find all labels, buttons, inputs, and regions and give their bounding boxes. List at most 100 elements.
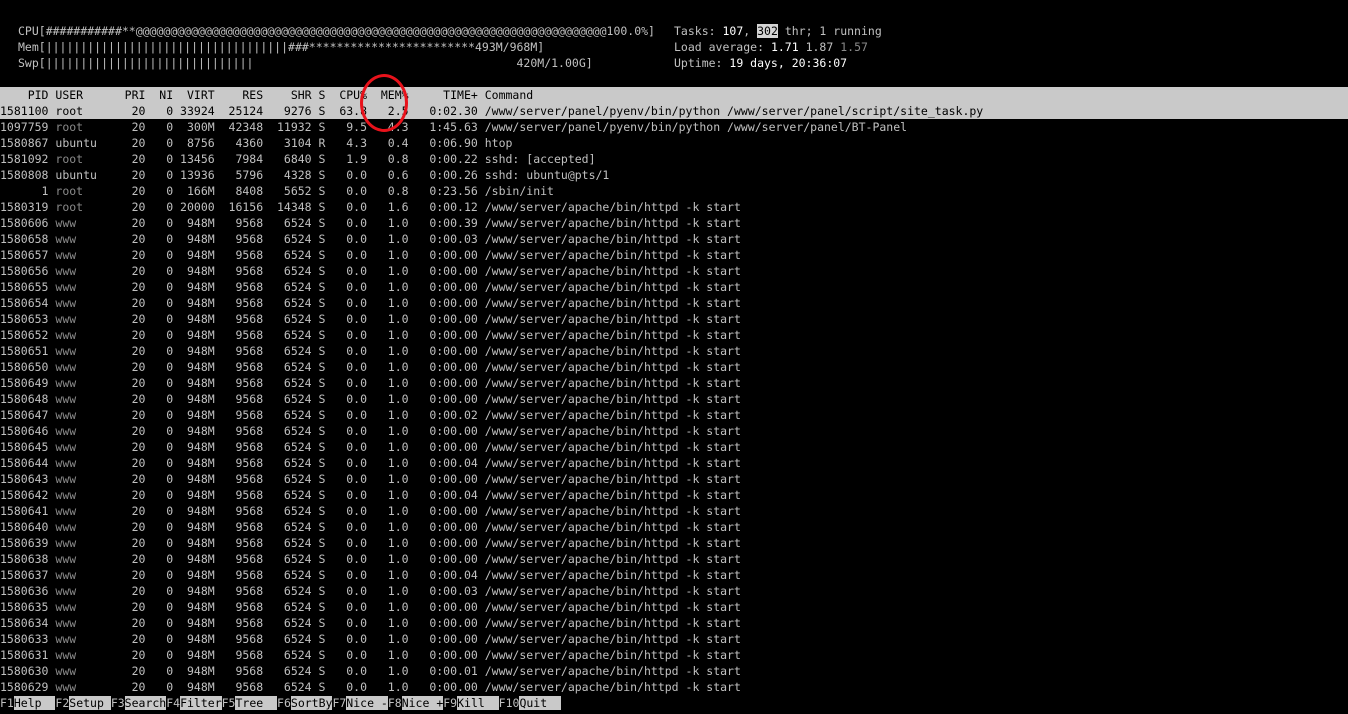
cell-cpu: 0.0 (325, 216, 368, 230)
cell-mem: 1.0 (367, 504, 409, 518)
table-row[interactable]: 1580647 www 20 0 948M 9568 6524 S 0.0 1.… (0, 407, 1348, 423)
table-row[interactable]: 1580646 www 20 0 948M 9568 6524 S 0.0 1.… (0, 423, 1348, 439)
table-row[interactable]: 1580658 www 20 0 948M 9568 6524 S 0.0 1.… (0, 231, 1348, 247)
table-row[interactable]: 1580642 www 20 0 948M 9568 6524 S 0.0 1.… (0, 487, 1348, 503)
table-row[interactable]: 1580657 www 20 0 948M 9568 6524 S 0.0 1.… (0, 247, 1348, 263)
fkey-f8-label[interactable]: Nice + (401, 696, 444, 710)
column-header-ni[interactable]: NI (145, 88, 173, 102)
cell-mem: 1.0 (367, 264, 409, 278)
table-row[interactable]: 1580637 www 20 0 948M 9568 6524 S 0.0 1.… (0, 567, 1348, 583)
table-row[interactable]: 1580643 www 20 0 948M 9568 6524 S 0.0 1.… (0, 471, 1348, 487)
column-header-pri[interactable]: PRI (118, 88, 146, 102)
table-row[interactable]: 1580808 ubuntu 20 0 13936 5796 4328 S 0.… (0, 167, 1348, 183)
cell-s: S (311, 440, 326, 454)
column-header-mem[interactable]: MEM% (367, 88, 409, 102)
cell-shr: 5652 (263, 184, 312, 198)
column-header-shr[interactable]: SHR (263, 88, 312, 102)
table-row[interactable]: 1580648 www 20 0 948M 9568 6524 S 0.0 1.… (0, 391, 1348, 407)
table-row[interactable]: 1580639 www 20 0 948M 9568 6524 S 0.0 1.… (0, 535, 1348, 551)
cell-s: S (311, 120, 326, 134)
table-row[interactable]: 1581092 root 20 0 13456 7984 6840 S 1.9 … (0, 151, 1348, 167)
table-row[interactable]: 1580635 www 20 0 948M 9568 6524 S 0.0 1.… (0, 599, 1348, 615)
table-row[interactable]: 1580640 www 20 0 948M 9568 6524 S 0.0 1.… (0, 519, 1348, 535)
table-row[interactable]: 1580319 root 20 0 20000 16156 14348 S 0.… (0, 199, 1348, 215)
column-header-virt[interactable]: VIRT (173, 88, 215, 102)
cell-cmd: /www/server/apache/bin/httpd -k start (477, 232, 741, 246)
cell-time: 0:00.00 (408, 312, 478, 326)
cell-ni: 0 (145, 312, 174, 326)
cell-user: www (48, 648, 118, 662)
column-header-user[interactable]: USER (48, 88, 117, 102)
fkey-f4-label[interactable]: Filter (180, 696, 222, 710)
column-header-cmd[interactable]: Command (478, 88, 533, 102)
cell-virt: 948M (173, 360, 215, 374)
table-row[interactable]: 1580645 www 20 0 948M 9568 6524 S 0.0 1.… (0, 439, 1348, 455)
cell-mem: 1.0 (367, 280, 409, 294)
table-row[interactable]: 1580631 www 20 0 948M 9568 6524 S 0.0 1.… (0, 647, 1348, 663)
cell-virt: 300M (173, 120, 215, 134)
table-row[interactable]: 1580652 www 20 0 948M 9568 6524 S 0.0 1.… (0, 327, 1348, 343)
table-row[interactable]: 1580655 www 20 0 948M 9568 6524 S 0.0 1.… (0, 279, 1348, 295)
table-row[interactable]: 1580634 www 20 0 948M 9568 6524 S 0.0 1.… (0, 615, 1348, 631)
cell-virt: 948M (173, 616, 215, 630)
cell-cmd: /www/server/apache/bin/httpd -k start (477, 280, 741, 294)
cell-s: S (311, 664, 326, 678)
fkey-f7-label[interactable]: Nice - (346, 696, 388, 710)
fkey-f1-label[interactable]: Help (13, 696, 56, 710)
cell-s: S (311, 232, 326, 246)
cell-mem: 0.8 (367, 184, 409, 198)
fkey-f6-label[interactable]: SortBy (290, 696, 333, 710)
table-row[interactable]: 1580638 www 20 0 948M 9568 6524 S 0.0 1.… (0, 551, 1348, 567)
table-row-selected[interactable]: 1581100 root 20 0 33924 25124 9276 S 63.… (0, 103, 1348, 119)
table-row[interactable]: 1097759 root 20 0 300M 42348 11932 S 9.5… (0, 119, 1348, 135)
uptime-label: Uptime: (674, 56, 730, 70)
process-table-header[interactable]: PID USER PRI NI VIRT RES SHR S CPU% MEM%… (0, 87, 1348, 103)
table-row[interactable]: 1580629 www 20 0 948M 9568 6524 S 0.0 1.… (0, 679, 1348, 695)
cell-time: 0:00.00 (408, 504, 478, 518)
fkey-f2-label[interactable]: Setup (69, 696, 111, 710)
cell-s: S (311, 472, 326, 486)
cell-cpu: 0.0 (325, 664, 368, 678)
table-row[interactable]: 1580650 www 20 0 948M 9568 6524 S 0.0 1.… (0, 359, 1348, 375)
column-header-time[interactable]: TIME+ (409, 88, 478, 102)
mem-meter: Mem[|||||||||||||||||||||||||||||||||||#… (18, 39, 544, 55)
table-row[interactable]: 1580649 www 20 0 948M 9568 6524 S 0.0 1.… (0, 375, 1348, 391)
fkey-f9-label[interactable]: Kill (457, 696, 499, 710)
cell-cpu: 0.0 (325, 376, 368, 390)
table-row[interactable]: 1580867 ubuntu 20 0 8756 4360 3104 R 4.3… (0, 135, 1348, 151)
cell-time: 0:02.30 (408, 104, 478, 118)
column-header-pid[interactable]: PID (0, 88, 49, 102)
cell-pri: 20 (117, 424, 146, 438)
fkey-f10: F10 (498, 696, 520, 710)
table-row[interactable]: 1580651 www 20 0 948M 9568 6524 S 0.0 1.… (0, 343, 1348, 359)
table-row[interactable]: 1580630 www 20 0 948M 9568 6524 S 0.0 1.… (0, 663, 1348, 679)
cell-user: www (48, 248, 118, 262)
table-row[interactable]: 1580641 www 20 0 948M 9568 6524 S 0.0 1.… (0, 503, 1348, 519)
cell-cpu: 0.0 (325, 232, 368, 246)
table-row[interactable]: 1580654 www 20 0 948M 9568 6524 S 0.0 1.… (0, 295, 1348, 311)
fkey-f5-label[interactable]: Tree (235, 696, 278, 710)
cell-s: S (311, 104, 326, 118)
table-row[interactable]: 1580653 www 20 0 948M 9568 6524 S 0.0 1.… (0, 311, 1348, 327)
column-header-s[interactable]: S (312, 88, 326, 102)
cell-user: root (48, 152, 118, 166)
cell-res: 9568 (214, 520, 264, 534)
cell-ni: 0 (145, 440, 174, 454)
cell-ni: 0 (145, 648, 174, 662)
cell-time: 0:00.03 (408, 232, 478, 246)
table-row[interactable]: 1580636 www 20 0 948M 9568 6524 S 0.0 1.… (0, 583, 1348, 599)
cell-s: S (311, 648, 326, 662)
cell-ni: 0 (145, 520, 174, 534)
table-row[interactable]: 1580656 www 20 0 948M 9568 6524 S 0.0 1.… (0, 263, 1348, 279)
fkey-f10-label[interactable]: Quit (519, 696, 561, 710)
table-row[interactable]: 1580606 www 20 0 948M 9568 6524 S 0.0 1.… (0, 215, 1348, 231)
table-row[interactable]: 1580644 www 20 0 948M 9568 6524 S 0.0 1.… (0, 455, 1348, 471)
column-header-res[interactable]: RES (215, 88, 263, 102)
fkey-f3-label[interactable]: Search (124, 696, 167, 710)
cell-shr: 6524 (263, 632, 312, 646)
column-header-cpu[interactable]: CPU% (325, 88, 367, 102)
cell-cmd: /www/server/apache/bin/httpd -k start (477, 472, 741, 486)
cell-time: 0:00.04 (408, 456, 478, 470)
table-row[interactable]: 1580633 www 20 0 948M 9568 6524 S 0.0 1.… (0, 631, 1348, 647)
table-row[interactable]: 1 root 20 0 166M 8408 5652 S 0.0 0.8 0:2… (0, 183, 1348, 199)
